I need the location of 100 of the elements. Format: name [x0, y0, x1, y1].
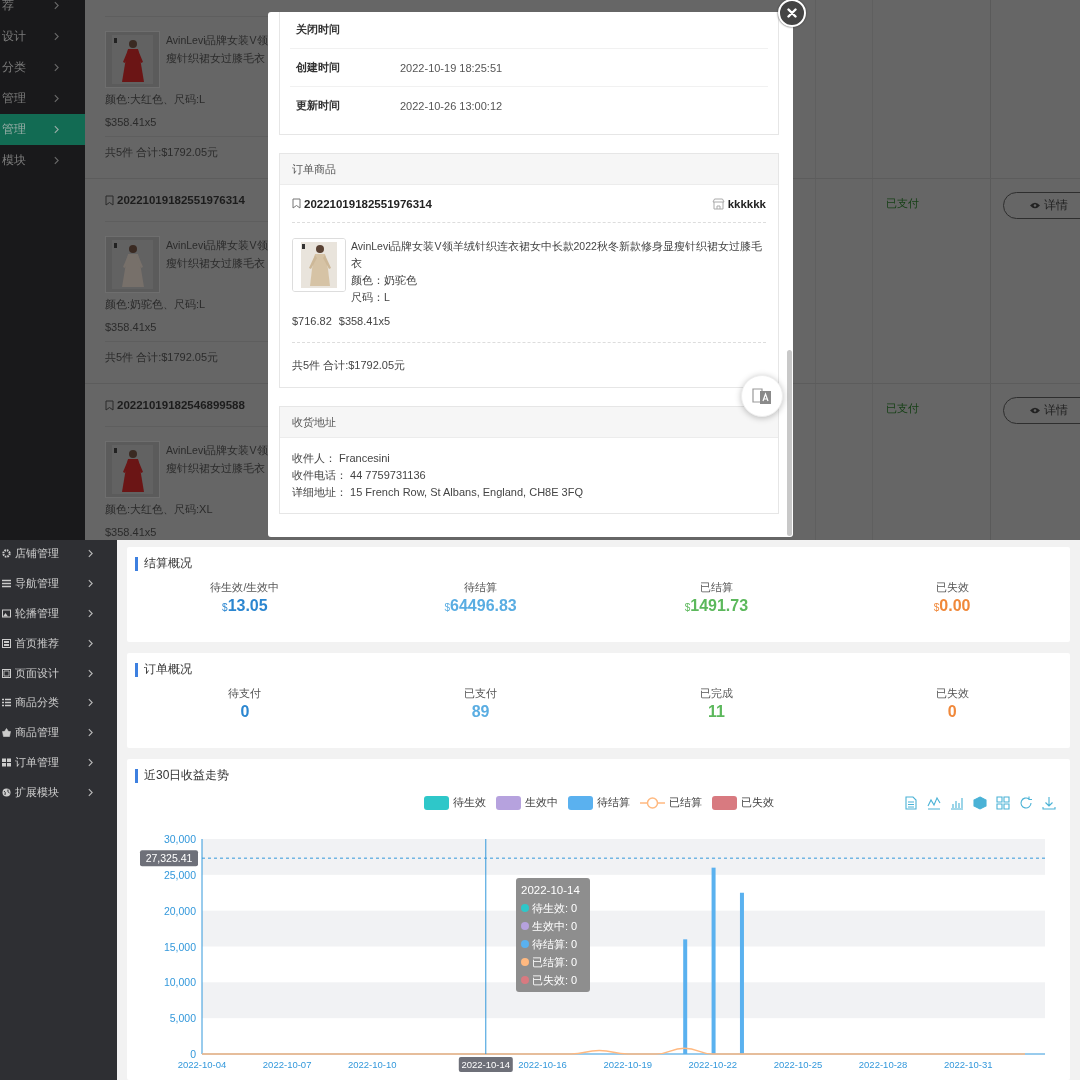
unit-price: $358.41x5	[338, 314, 391, 329]
chevron-icon	[54, 32, 59, 41]
legend-swatch[interactable]	[495, 796, 521, 810]
order-number: 20221019182551976314	[117, 194, 245, 206]
order-status: 已支付	[886, 197, 919, 209]
chevron-icon	[88, 728, 93, 738]
sidebar-label: 页面设计	[15, 665, 59, 681]
download-icon[interactable]	[1042, 796, 1056, 810]
chevron-icon	[54, 1, 59, 10]
legend-label[interactable]: 待结算	[596, 796, 630, 810]
tooltip-entry: 已结算: 0	[532, 956, 578, 968]
stat-label: 待生效/生效中	[210, 580, 280, 595]
chevron-icon	[88, 549, 93, 559]
product-color: 颜色：奶驼色	[351, 273, 418, 288]
chevron-icon	[54, 63, 59, 72]
legend-swatch[interactable]	[423, 796, 449, 810]
sidebar-item[interactable]: 模块	[0, 145, 85, 176]
chevron-icon	[88, 638, 93, 648]
cube-icon[interactable]	[973, 796, 987, 810]
tooltip-title: 2022-10-14	[521, 884, 580, 896]
title-marker	[135, 556, 138, 571]
shop-name: kkkkkk	[727, 197, 766, 210]
stat-label: 已失效	[935, 580, 969, 595]
bar-chart-icon[interactable]	[950, 796, 964, 810]
image-icon	[2, 609, 11, 618]
axis-tick-label: 15,000	[163, 940, 196, 953]
title-marker	[135, 662, 138, 677]
line-chart-icon[interactable]	[927, 796, 941, 810]
bookmark-icon	[105, 194, 114, 206]
card-title: 结算概况	[144, 555, 192, 572]
bookmark-icon	[105, 399, 114, 411]
stat-value: 0	[947, 702, 957, 722]
field-label: 更新时间	[295, 98, 341, 113]
axis-tick-label: 2022-10-22	[688, 1059, 738, 1070]
stat-label: 已结算	[699, 580, 733, 595]
address-line: 收件电话： 44 7759731136	[292, 468, 427, 483]
sidebar-item[interactable]: 店铺管理	[0, 539, 117, 569]
close-button[interactable]	[778, 0, 806, 27]
sidebar-item[interactable]: 订单管理	[0, 747, 117, 778]
chevron-icon	[88, 668, 93, 678]
stat-value: $0.00	[933, 596, 971, 616]
gear-icon	[2, 549, 11, 559]
sidebar-item[interactable]: 设计	[0, 21, 85, 52]
legend-label[interactable]: 待生效	[452, 796, 486, 810]
document-icon[interactable]	[904, 796, 918, 810]
sidebar-item[interactable]: 商品管理	[0, 717, 117, 748]
chevron-icon	[54, 125, 59, 134]
sidebar-item[interactable]: 商品分类	[0, 688, 117, 718]
sidebar-item[interactable]: 首页推荐	[0, 628, 117, 659]
sidebar-label: 订单管理	[15, 754, 59, 770]
calendar-icon	[2, 638, 11, 648]
menu-icon	[2, 579, 11, 589]
bookmark-icon	[292, 198, 301, 209]
refresh-icon[interactable]	[1019, 796, 1033, 810]
amount: $716.82	[292, 314, 332, 329]
stat-value: $1491.73	[684, 596, 749, 616]
sidebar-item[interactable]: 导航管理	[0, 568, 117, 599]
sidebar-item[interactable]: 管理	[0, 83, 85, 114]
stat-value: $64496.83	[444, 596, 517, 616]
ref-line-label: 27,325.41	[145, 852, 193, 865]
sidebar-item[interactable]: 轮播管理	[0, 598, 117, 629]
stat-value: 11	[707, 702, 725, 722]
legend-label[interactable]: 生效中	[524, 796, 558, 810]
stat-value: 89	[471, 702, 490, 722]
sidebar-item[interactable]: 页面设计	[0, 658, 117, 688]
scrollbar-thumb[interactable]	[787, 350, 792, 536]
stat-label: 待结算	[464, 580, 498, 595]
sidebar-item[interactable]: 分类	[0, 52, 85, 83]
legend-swatch[interactable]	[639, 796, 665, 810]
address-line: 详细地址： 15 French Row, St Albans, England, CH8E 3FQ	[292, 485, 584, 500]
sidebar-item[interactable]: 扩展模块	[0, 777, 117, 808]
legend-label[interactable]: 已失效	[740, 796, 774, 810]
section-header: 收货地址	[280, 407, 778, 438]
tooltip-entry: 已失效: 0	[532, 974, 578, 986]
axis-tick-label: 2022-10-19	[603, 1059, 652, 1070]
product-size: 尺码：L	[351, 290, 391, 305]
axis-tick-label: 2022-10-07	[262, 1059, 312, 1070]
store-icon	[711, 197, 725, 210]
stat-value: $13.05	[222, 596, 268, 616]
close-icon	[787, 8, 797, 18]
legend-label[interactable]: 已结算	[668, 796, 702, 810]
product-price: $358.41x5	[105, 115, 157, 130]
basket-icon	[2, 728, 11, 738]
eye-icon	[1030, 202, 1040, 209]
legend-swatch[interactable]	[711, 796, 737, 810]
order-number: 20221019182546899588	[117, 399, 245, 411]
sidebar-label: 商品管理	[15, 725, 59, 741]
grid-icon	[2, 757, 11, 767]
field-label: 关闭时间	[295, 22, 341, 37]
legend-swatch[interactable]	[567, 796, 593, 810]
grid-icon[interactable]	[996, 796, 1010, 810]
field-label: 创建时间	[295, 60, 341, 75]
chevron-icon	[88, 609, 93, 618]
product-title: AvinLevi品牌女装V领羊绒针织连衣裙女中长款2022秋冬新款修身显瘦针织裙女过膝毛衣	[351, 239, 763, 271]
stat-label: 已完成	[699, 686, 733, 701]
chevron-icon	[88, 757, 93, 767]
product-price: $358.41x5	[105, 320, 157, 335]
address-line: 收件人： Francesini	[292, 451, 391, 466]
list-icon	[2, 698, 11, 708]
order-number: 20221019182551976314	[304, 197, 432, 210]
